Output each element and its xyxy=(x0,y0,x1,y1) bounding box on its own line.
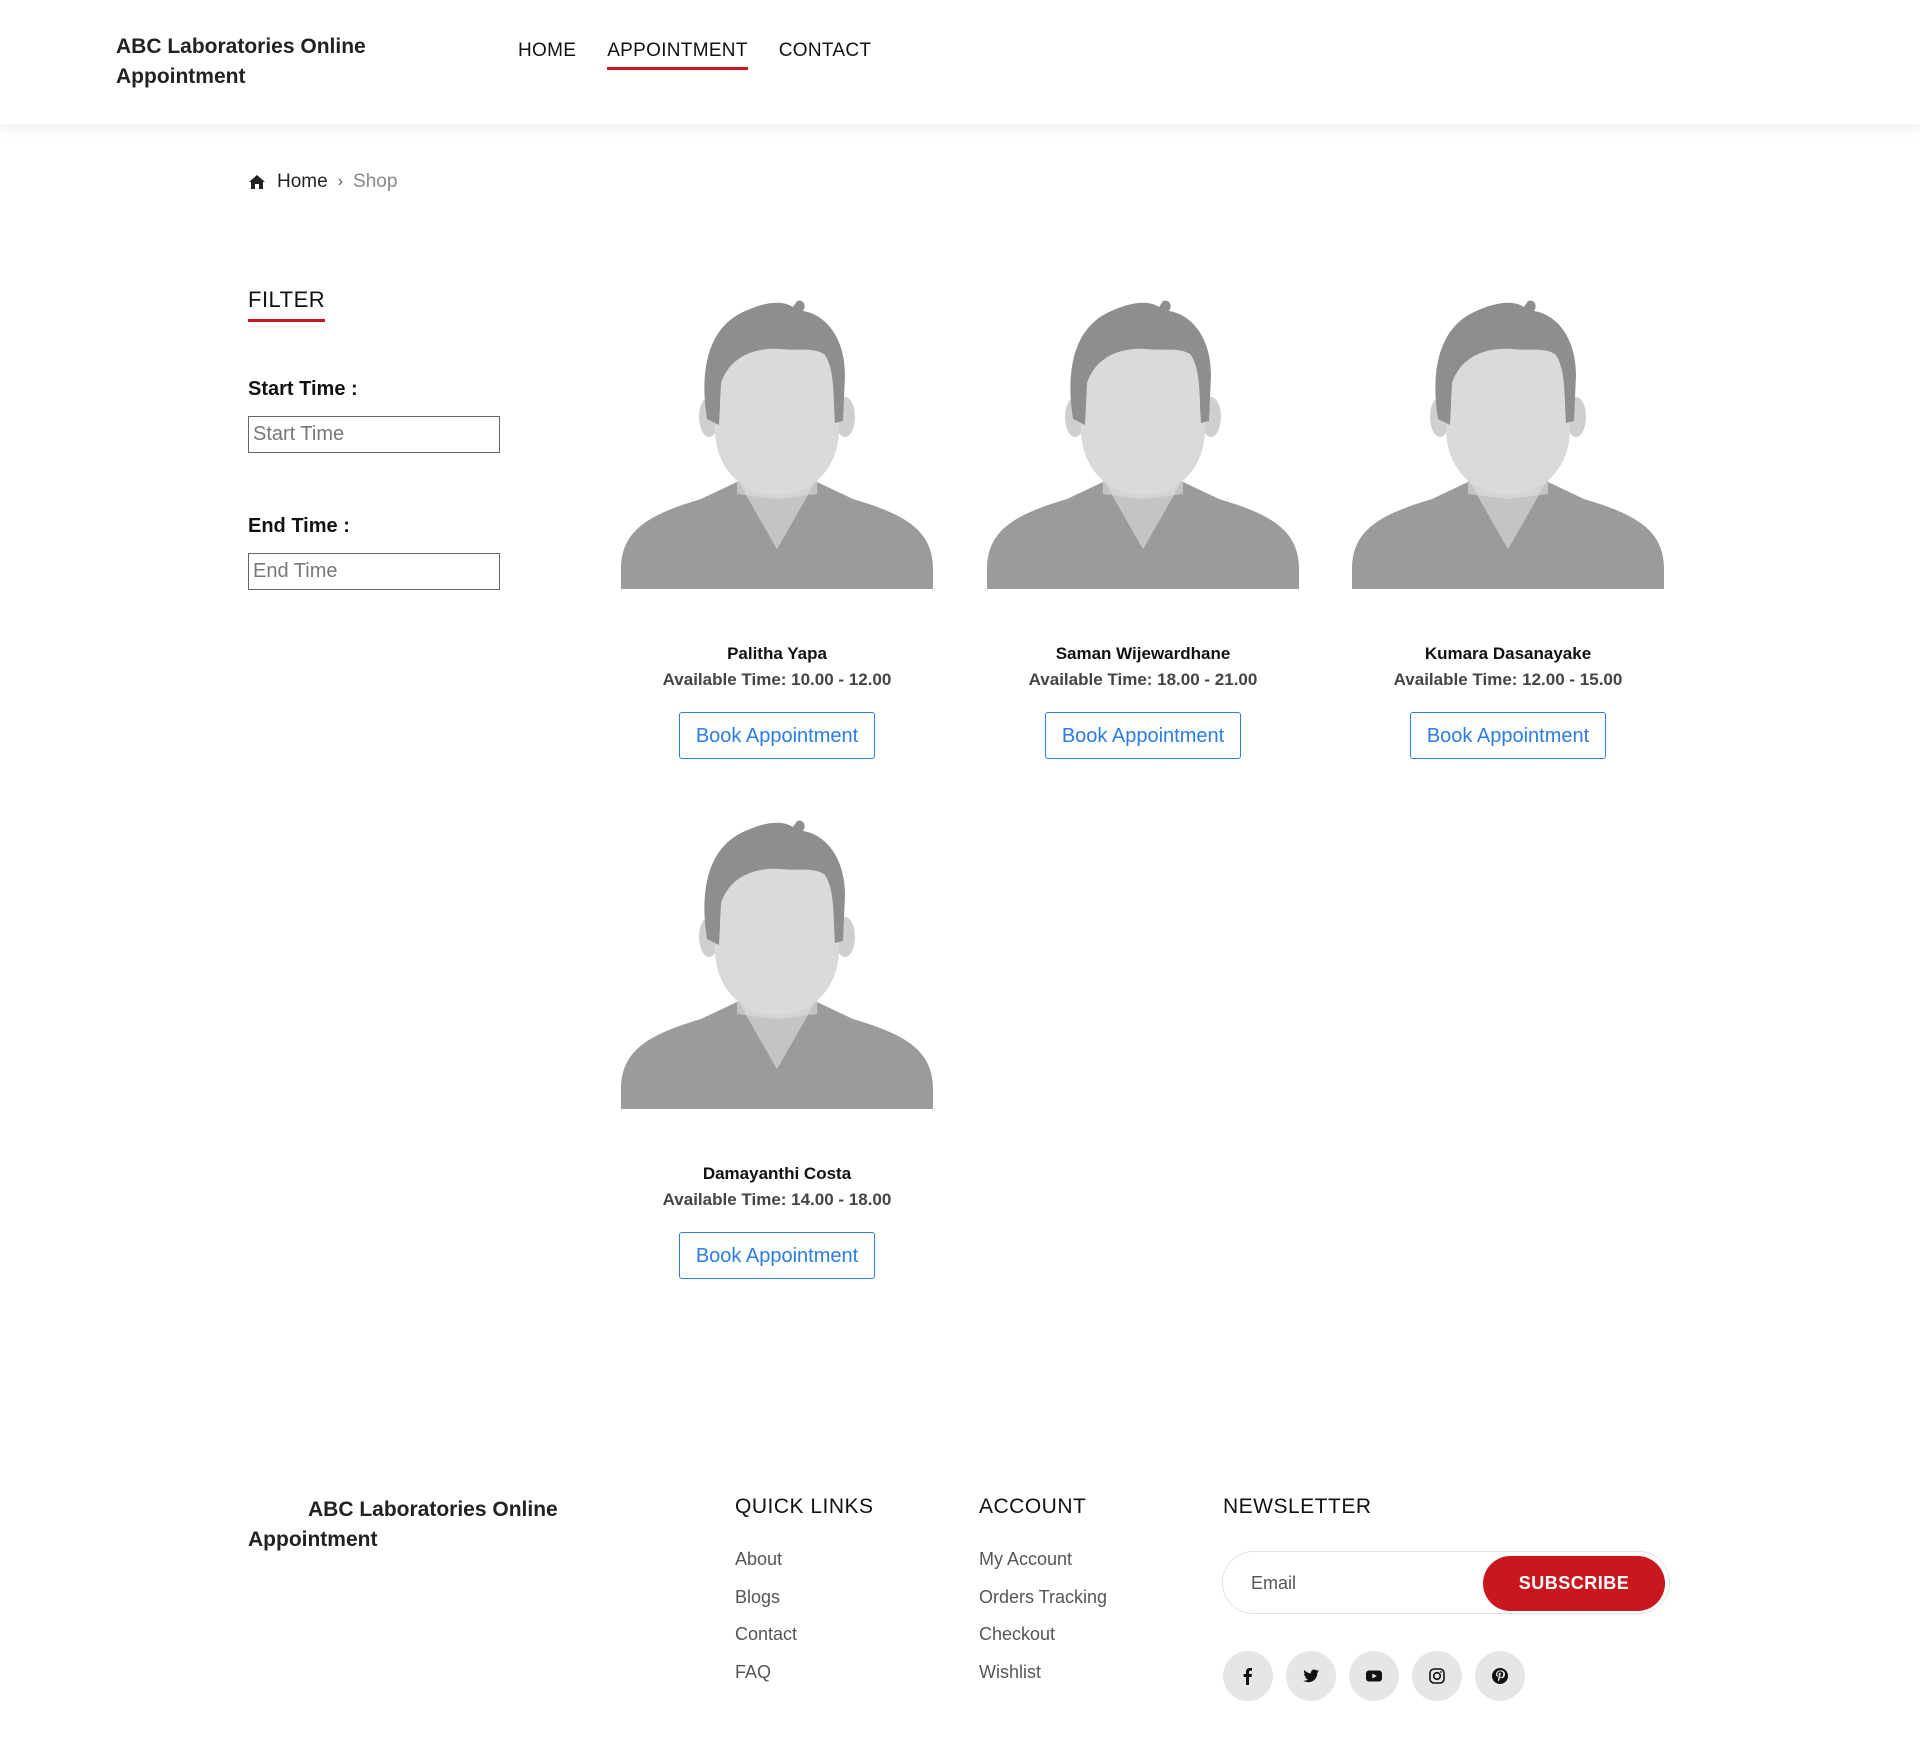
doctor-name: Saman Wijewardhane xyxy=(1055,644,1231,663)
instagram-icon[interactable] xyxy=(1412,1651,1462,1701)
subscribe-button[interactable]: SUBSCRIBE xyxy=(1483,1556,1665,1611)
main-nav: HOME APPOINTMENT CONTACT xyxy=(518,40,871,70)
site-header: ABC Laboratories Online Appointment HOME… xyxy=(0,0,1920,124)
facebook-icon[interactable] xyxy=(1223,1651,1273,1701)
breadcrumb-home[interactable]: Home xyxy=(277,171,328,193)
doctor-name: Kumara Dasanayake xyxy=(1424,644,1592,663)
social-links xyxy=(1223,1651,1525,1701)
start-time-label: Start Time : xyxy=(248,378,358,400)
doctor-name: Palitha Yapa xyxy=(727,644,827,663)
twitter-icon[interactable] xyxy=(1286,1651,1336,1701)
doctor-card: Palitha Yapa Available Time: 10.00 - 12.… xyxy=(621,299,933,759)
newsletter-form: SUBSCRIBE xyxy=(1222,1551,1670,1614)
footer-link-about[interactable]: About xyxy=(735,1541,874,1579)
book-appointment-button[interactable]: Book Appointment xyxy=(1044,712,1242,759)
home-icon xyxy=(249,175,265,189)
book-appointment-button[interactable]: Book Appointment xyxy=(1409,712,1607,759)
end-time-label: End Time : xyxy=(248,515,350,537)
youtube-icon[interactable] xyxy=(1349,1651,1399,1701)
start-time-input[interactable] xyxy=(248,416,500,453)
avatar xyxy=(987,299,1299,589)
newsletter-email-input[interactable] xyxy=(1251,1564,1471,1602)
quick-links-column: QUICK LINKS About Blogs Contact FAQ xyxy=(735,1495,874,1691)
site-brand[interactable]: ABC Laboratories Online Appointment xyxy=(116,32,446,92)
avatar xyxy=(621,299,933,589)
doctor-card: Saman Wijewardhane Available Time: 18.00… xyxy=(987,299,1299,759)
account-title: ACCOUNT xyxy=(979,1495,1087,1518)
doctor-card: Kumara Dasanayake Available Time: 12.00 … xyxy=(1352,299,1664,759)
nav-appointment[interactable]: APPOINTMENT xyxy=(607,40,748,70)
breadcrumb-current: Shop xyxy=(353,171,398,192)
doctor-name: Damayanthi Costa xyxy=(702,1164,852,1183)
book-appointment-button[interactable]: Book Appointment xyxy=(678,1232,876,1279)
nav-contact[interactable]: CONTACT xyxy=(779,40,872,70)
footer-link-contact[interactable]: Contact xyxy=(735,1616,874,1654)
newsletter-title: NEWSLETTER xyxy=(1223,1495,1372,1518)
avatar xyxy=(1352,299,1664,589)
nav-home[interactable]: HOME xyxy=(518,40,576,70)
filter-title: FILTER xyxy=(248,287,326,322)
account-column: ACCOUNT My Account Orders Tracking Check… xyxy=(979,1495,1107,1691)
footer-link-blogs[interactable]: Blogs xyxy=(735,1579,874,1617)
book-appointment-button[interactable]: Book Appointment xyxy=(678,712,876,759)
quick-links-title: QUICK LINKS xyxy=(735,1495,874,1518)
footer-link-wishlist[interactable]: Wishlist xyxy=(979,1654,1107,1692)
footer-link-orders-tracking[interactable]: Orders Tracking xyxy=(979,1579,1107,1617)
footer-link-faq[interactable]: FAQ xyxy=(735,1654,874,1692)
footer-link-my-account[interactable]: My Account xyxy=(979,1541,1107,1579)
pinterest-icon[interactable] xyxy=(1475,1651,1525,1701)
breadcrumb: Home › Shop xyxy=(248,171,397,193)
doctor-card: Damayanthi Costa Available Time: 14.00 -… xyxy=(621,819,933,1279)
chevron-right-icon: › xyxy=(337,173,344,190)
end-time-input[interactable] xyxy=(248,553,500,590)
doctor-available-time: Available Time: 12.00 - 15.00 xyxy=(1393,670,1623,689)
footer-link-checkout[interactable]: Checkout xyxy=(979,1616,1107,1654)
avatar xyxy=(621,819,933,1109)
doctor-available-time: Available Time: 18.00 - 21.00 xyxy=(1028,670,1258,689)
footer-brand: ABC Laboratories Online Appointment xyxy=(248,1498,558,1551)
newsletter-column: NEWSLETTER xyxy=(1223,1495,1372,1541)
doctor-available-time: Available Time: 10.00 - 12.00 xyxy=(662,670,892,689)
doctor-available-time: Available Time: 14.00 - 18.00 xyxy=(662,1190,892,1209)
